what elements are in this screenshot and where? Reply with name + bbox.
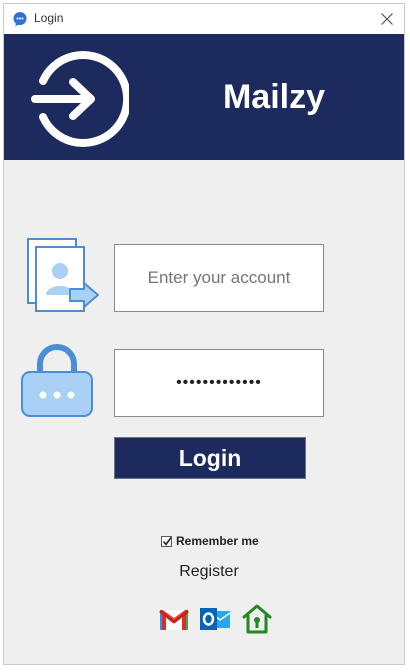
window-title: Login	[34, 11, 64, 25]
login-arrow-circle-icon	[31, 51, 129, 147]
login-button[interactable]: Login	[114, 437, 306, 479]
outlook-icon[interactable]	[198, 602, 232, 636]
checkmark-icon	[162, 536, 172, 546]
chat-bubble-icon	[13, 12, 27, 27]
account-transfer-icon	[27, 238, 99, 312]
title-bar: Login	[4, 4, 404, 34]
header-banner: Mailzy	[4, 34, 404, 160]
checkbox-box[interactable]	[161, 535, 172, 547]
app-name: Mailzy	[222, 78, 326, 116]
account-input[interactable]	[114, 244, 324, 312]
gmail-icon[interactable]	[157, 602, 191, 636]
login-window: Login Mailzy Login	[3, 3, 405, 665]
home-icon[interactable]	[240, 602, 274, 636]
close-icon[interactable]	[378, 10, 396, 28]
lock-icon	[21, 344, 93, 417]
remember-me-checkbox[interactable]: Remember me	[161, 533, 259, 549]
password-input[interactable]	[114, 349, 324, 417]
register-link[interactable]: Register	[154, 563, 264, 581]
remember-me-label: Remember me	[176, 534, 259, 548]
